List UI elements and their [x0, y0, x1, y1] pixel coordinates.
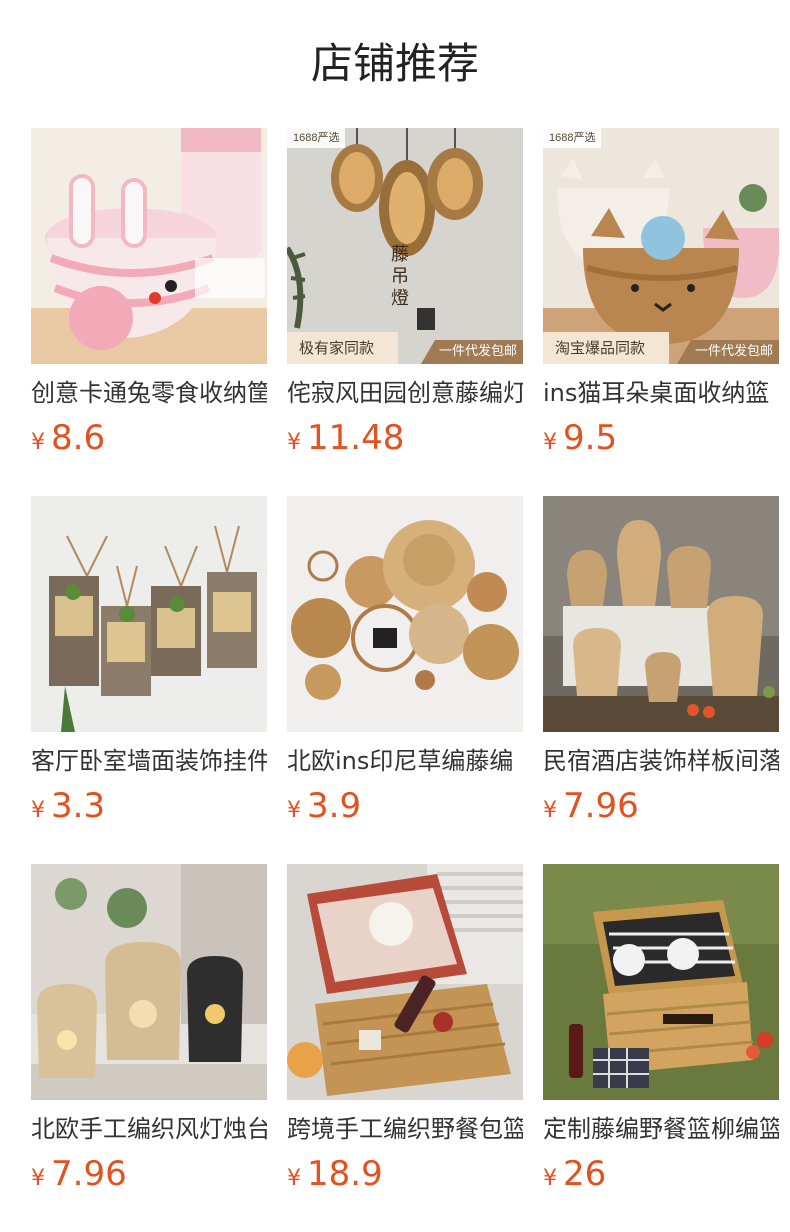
product-image[interactable] [31, 496, 267, 732]
image-caption: 藤 吊 燈 [391, 244, 409, 309]
woven-candle-lantern-image [31, 864, 267, 1100]
page-title: 店铺推荐 [310, 39, 479, 88]
product-card[interactable]: 1688严选 藤 吊 燈 极有家同款 一件代发包邮 侘寂风田园创意藤编灯 ¥11… [287, 128, 523, 464]
product-name[interactable]: 客厅卧室墙面装饰挂件 [31, 744, 267, 778]
product-badge-top: 1688严选 [543, 128, 602, 148]
product-badge-right: 一件代发包邮 [420, 340, 523, 364]
product-card[interactable]: 民宿酒店装饰样板间落 ¥7.96 [543, 496, 779, 832]
product-badge-left: 极有家同款 [287, 332, 399, 364]
product-price: ¥9.5 [543, 416, 617, 460]
product-price: ¥3.9 [287, 784, 361, 828]
currency-symbol: ¥ [543, 1166, 557, 1191]
product-name[interactable]: 侘寂风田园创意藤编灯 [287, 376, 523, 410]
product-price: ¥7.96 [31, 1152, 127, 1196]
product-name[interactable]: 定制藤编野餐篮柳编篮 [543, 1112, 779, 1146]
product-card[interactable]: 北欧ins印尼草编藤编 ¥3.9 [287, 496, 523, 832]
product-image[interactable]: 1688严选 淘宝爆品同款 一件代发包邮 [543, 128, 779, 364]
product-card[interactable]: 跨境手工编织野餐包篮 ¥18.9 [287, 864, 523, 1200]
product-name[interactable]: 北欧ins印尼草编藤编 [287, 744, 523, 778]
product-badge-right: 一件代发包邮 [676, 340, 779, 364]
product-image[interactable]: 1688严选 藤 吊 燈 极有家同款 一件代发包邮 [287, 128, 523, 364]
product-image[interactable] [31, 128, 267, 364]
wicker-picnic-basket-image [543, 864, 779, 1100]
currency-symbol: ¥ [543, 430, 557, 455]
currency-symbol: ¥ [543, 798, 557, 823]
product-image[interactable] [287, 864, 523, 1100]
price-value: 11.48 [307, 418, 405, 458]
product-card[interactable]: 1688严选 淘宝爆品同款 一件代发包邮 ins猫耳朵桌面收纳篮 ¥9.5 [543, 128, 779, 464]
product-price: ¥7.96 [543, 784, 639, 828]
product-badge-top: 1688严选 [287, 128, 346, 148]
price-value: 3.9 [307, 786, 362, 826]
price-value: 18.9 [307, 1154, 383, 1194]
currency-symbol: ¥ [287, 798, 301, 823]
product-price: ¥18.9 [287, 1152, 383, 1196]
price-value: 7.96 [563, 786, 639, 826]
product-name[interactable]: 创意卡通兔零食收纳筐 [31, 376, 267, 410]
product-card[interactable]: 定制藤编野餐篮柳编篮 ¥26 [543, 864, 779, 1200]
currency-symbol: ¥ [31, 1166, 45, 1191]
woven-wall-decor-image [287, 496, 523, 732]
wall-hanging-planter-image [31, 496, 267, 732]
currency-symbol: ¥ [31, 798, 45, 823]
product-image[interactable] [543, 496, 779, 732]
product-image[interactable] [543, 864, 779, 1100]
product-image[interactable] [31, 864, 267, 1100]
product-name[interactable]: 北欧手工编织风灯烛台 [31, 1112, 267, 1146]
product-card[interactable]: 北欧手工编织风灯烛台 ¥7.96 [31, 864, 267, 1200]
price-value: 9.5 [563, 418, 618, 458]
product-name[interactable]: ins猫耳朵桌面收纳篮 [543, 376, 779, 410]
currency-symbol: ¥ [287, 430, 301, 455]
product-name[interactable]: 民宿酒店装饰样板间落 [543, 744, 779, 778]
product-price: ¥26 [543, 1152, 606, 1196]
price-value: 3.3 [51, 786, 106, 826]
price-value: 7.96 [51, 1154, 127, 1194]
cat-ear-basket-image [543, 128, 779, 364]
price-value: 26 [563, 1154, 607, 1194]
product-price: ¥8.6 [31, 416, 105, 460]
bamboo-lanterns-image [543, 496, 779, 732]
currency-symbol: ¥ [31, 430, 45, 455]
product-badge-left: 淘宝爆品同款 [543, 332, 670, 364]
product-price: ¥3.3 [31, 784, 105, 828]
bunny-basket-image [31, 128, 267, 364]
price-value: 8.6 [51, 418, 106, 458]
product-card[interactable]: 客厅卧室墙面装饰挂件 ¥3.3 [31, 496, 267, 832]
product-name[interactable]: 跨境手工编织野餐包篮 [287, 1112, 523, 1146]
picnic-basket-open-image [287, 864, 523, 1100]
product-image[interactable] [287, 496, 523, 732]
currency-symbol: ¥ [287, 1166, 301, 1191]
product-card[interactable]: 创意卡通兔零食收纳筐 ¥8.6 [31, 128, 267, 464]
product-price: ¥11.48 [287, 416, 404, 460]
